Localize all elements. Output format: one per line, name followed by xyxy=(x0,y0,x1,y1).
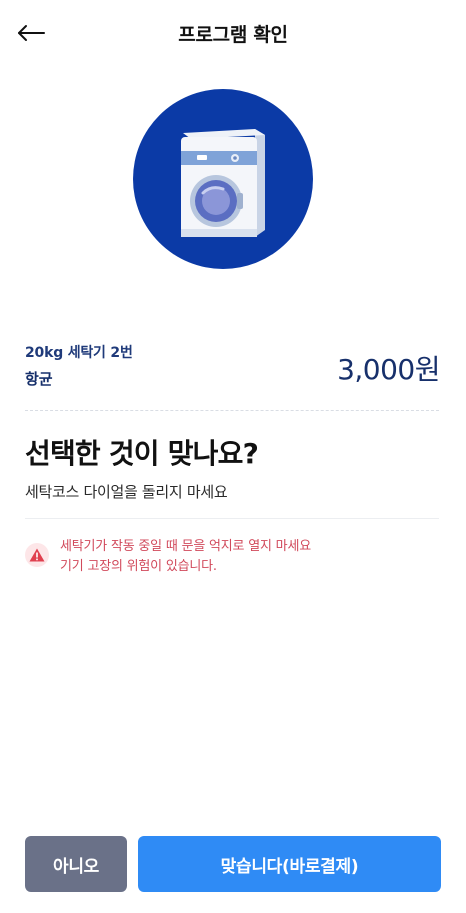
course-name: 항균 xyxy=(25,370,53,388)
warning-line-1: 세탁기가 작동 중일 때 문을 억지로 열지 마세요 xyxy=(60,539,311,554)
machine-name: 20kg 세탁기 2번 xyxy=(25,345,133,361)
warning-icon xyxy=(25,543,49,567)
washing-machine-illustration xyxy=(133,89,313,269)
machine-info: 20kg 세탁기 2번 항균 3,000원 xyxy=(25,340,440,392)
warning-notice: 세탁기가 작동 중일 때 문을 억지로 열지 마세요 기기 고장의 위험이 있습… xyxy=(25,537,439,581)
no-button[interactable]: 아니오 xyxy=(25,836,127,892)
dashed-divider xyxy=(25,410,439,411)
confirm-question: 선택한 것이 맞나요? xyxy=(25,437,259,470)
page-title: 프로그램 확인 xyxy=(178,24,288,46)
confirm-pay-button[interactable]: 맞습니다(바로결제) xyxy=(138,836,441,892)
price: 3,000원 xyxy=(337,353,440,386)
warning-text: 세탁기가 작동 중일 때 문을 억지로 열지 마세요 기기 고장의 위험이 있습… xyxy=(60,537,311,577)
dial-instruction: 세탁코스 다이얼을 돌리지 마세요 xyxy=(25,483,228,501)
divider xyxy=(25,518,439,519)
top-bar: 프로그램 확인 xyxy=(0,0,466,66)
warning-line-2: 기기 고장의 위험이 있습니다. xyxy=(60,559,217,574)
